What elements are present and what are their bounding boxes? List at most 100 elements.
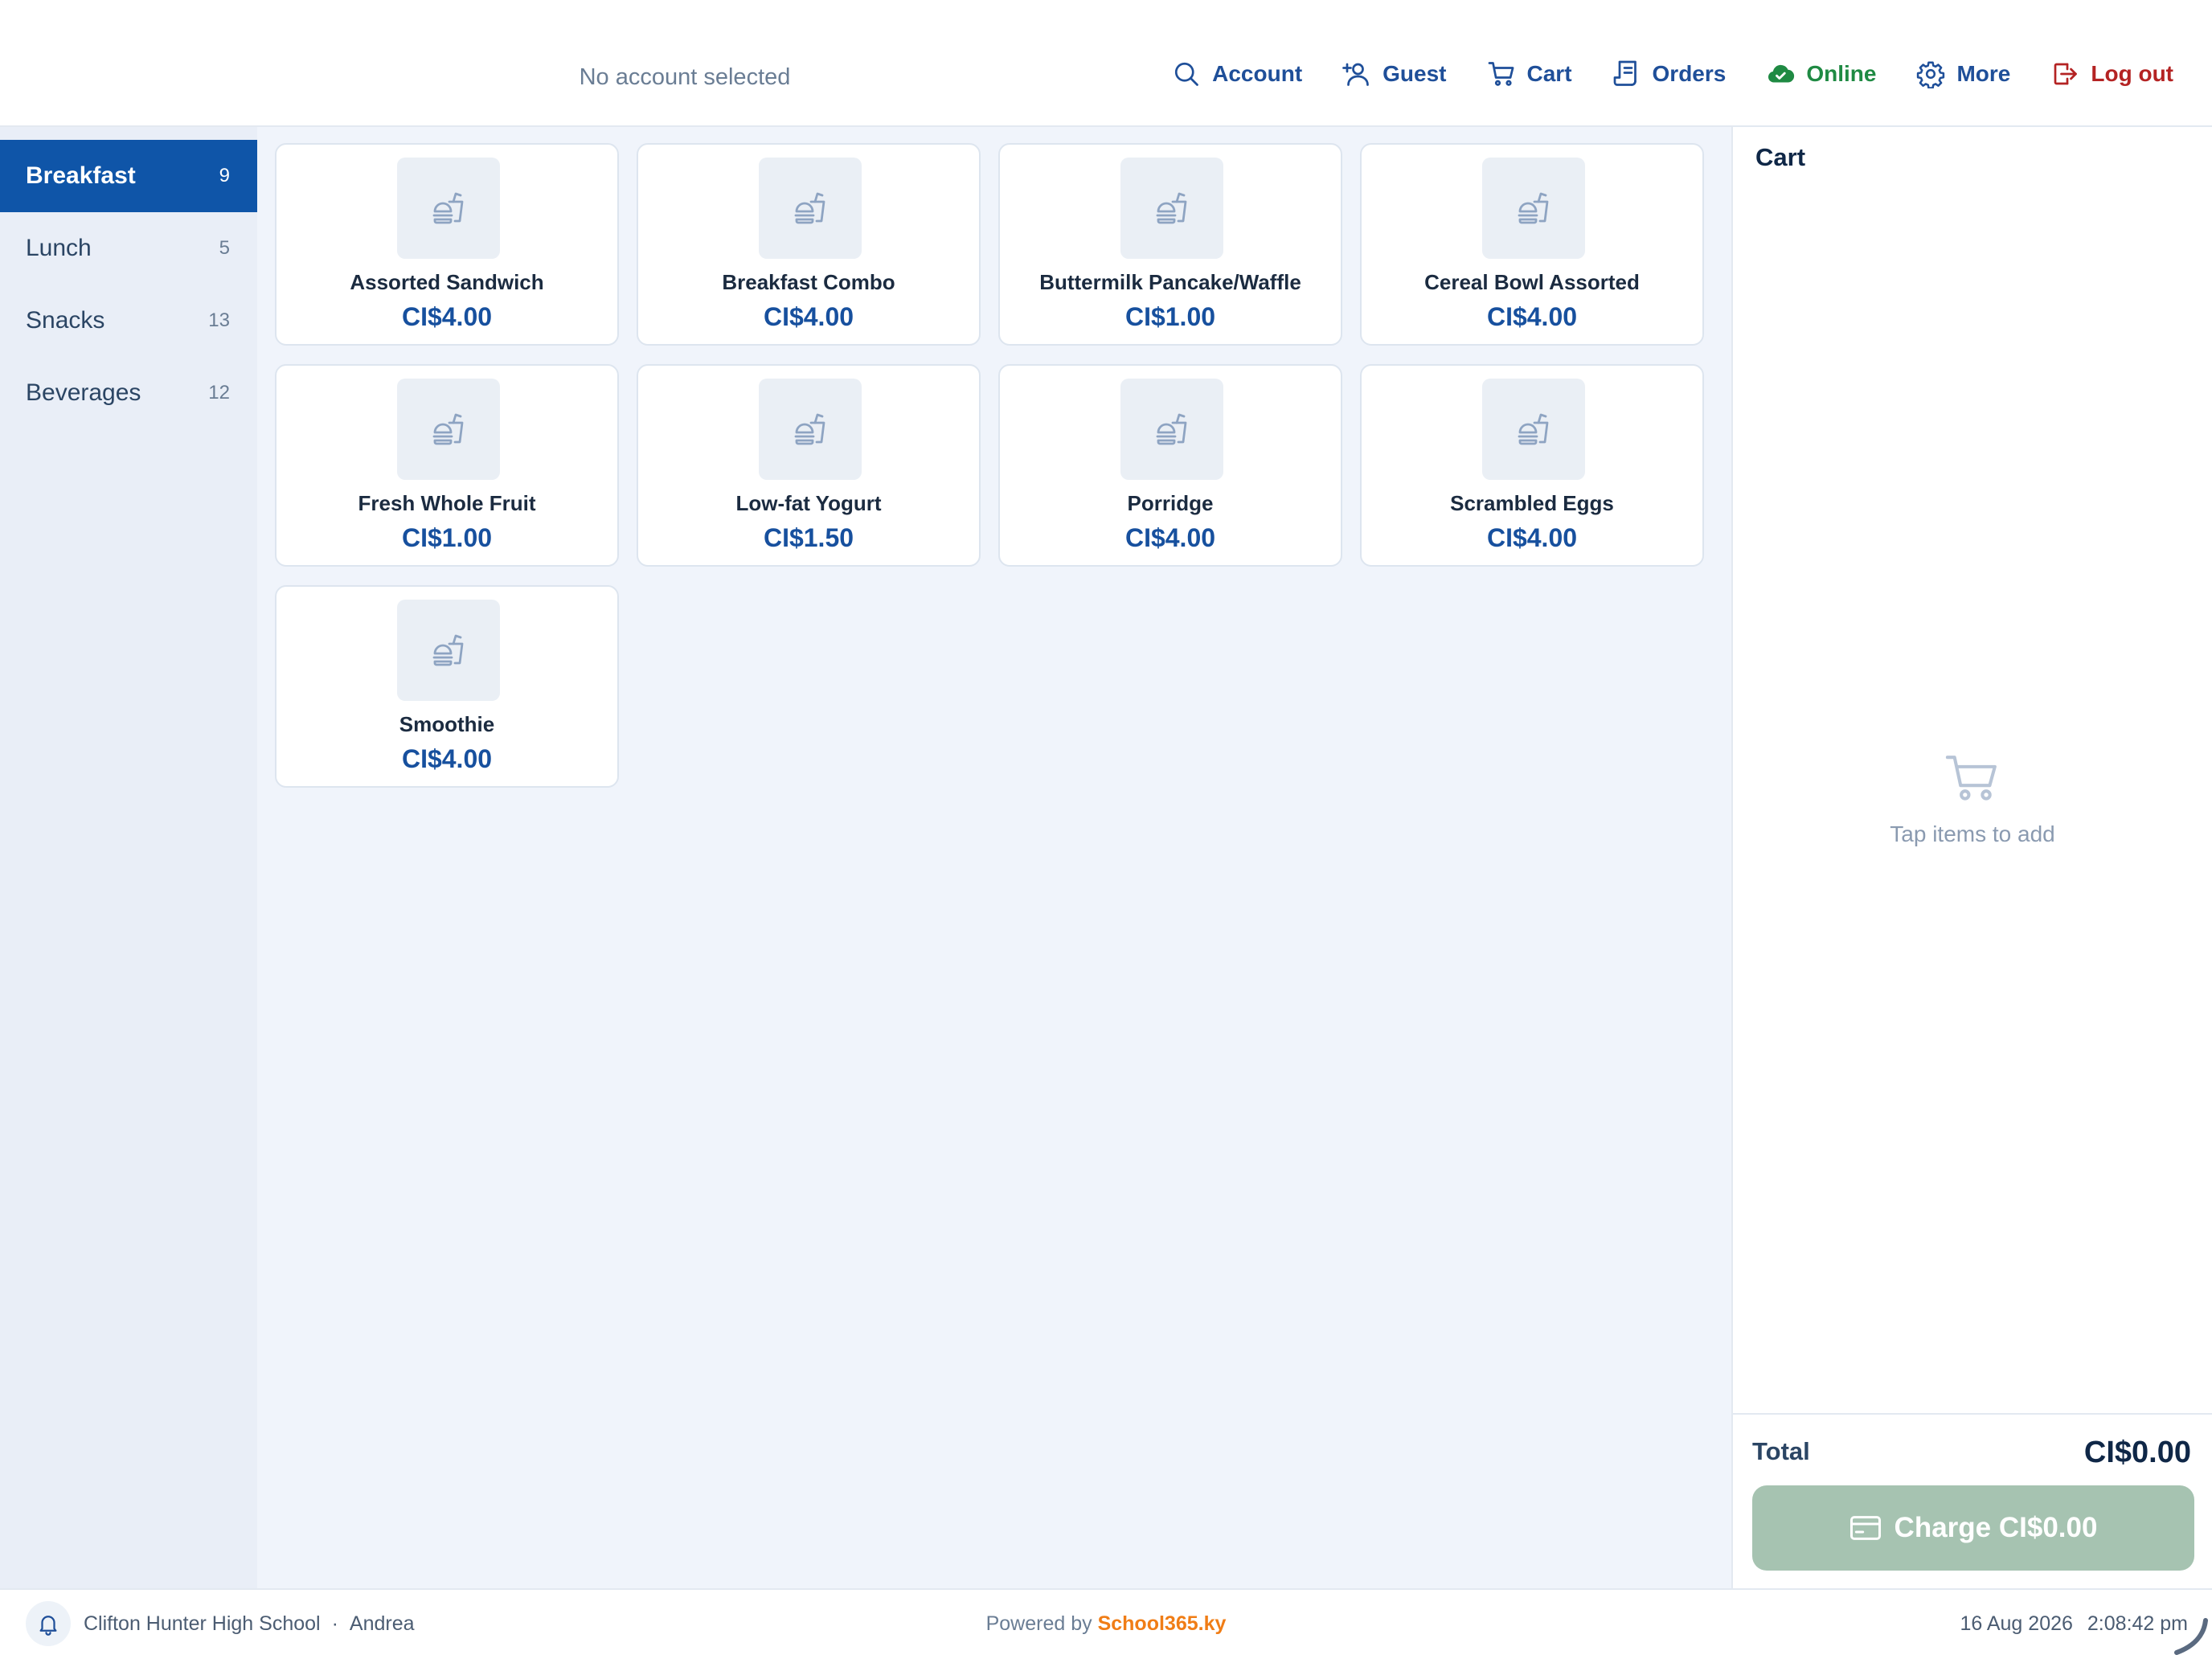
cart-icon (1488, 62, 1514, 86)
guest-button[interactable]: Guest (1342, 59, 1447, 88)
brand-link[interactable]: School365.ky (1098, 1612, 1227, 1635)
product-card[interactable]: Fresh Whole Fruit CI$1.00 (275, 364, 619, 567)
category-label: Snacks (26, 307, 105, 334)
product-card[interactable]: Scrambled Eggs CI$4.00 (1360, 364, 1704, 567)
category-beverages[interactable]: Beverages 12 (0, 357, 257, 429)
product-name: Scrambled Eggs (1450, 491, 1614, 515)
category-sidebar: Breakfast 9 Lunch 5 Snacks 13 Beverages … (0, 127, 257, 1588)
category-count: 13 (208, 309, 230, 331)
cart-panel: Cart Tap items to add Total CI$0.00 Char… (1731, 127, 2212, 1588)
account-status: No account selected (579, 64, 791, 90)
product-thumbnail (1120, 379, 1223, 480)
school-name: Clifton Hunter High School (84, 1612, 321, 1635)
product-name: Breakfast Combo (722, 270, 895, 294)
product-card[interactable]: Cereal Bowl Assorted CI$4.00 (1360, 143, 1704, 346)
category-count: 9 (219, 165, 230, 186)
product-price: CI$4.00 (1486, 302, 1578, 331)
credit-card-icon (1849, 1516, 1881, 1540)
online-label: Online (1806, 61, 1877, 86)
product-thumbnail (1482, 158, 1585, 259)
total-value: CI$0.00 (2083, 1436, 2191, 1469)
search-icon (1175, 62, 1198, 86)
logout-icon (2054, 63, 2078, 85)
product-thumbnail (1120, 158, 1223, 259)
online-status-button[interactable]: Online (1766, 59, 1876, 88)
charge-label: Charge CI$0.00 (1894, 1512, 2098, 1543)
total-label: Total (1752, 1437, 1810, 1465)
category-count: 5 (219, 237, 230, 259)
cloud-check-icon (1768, 64, 1795, 83)
add-user-icon (1342, 63, 1369, 86)
fast-food-icon (794, 192, 825, 224)
resize-handle-icon[interactable] (2173, 1617, 2209, 1656)
notifications-button[interactable] (26, 1601, 71, 1646)
account-label: Account (1212, 61, 1303, 86)
fast-food-icon (1156, 192, 1187, 224)
orders-label: Orders (1652, 61, 1727, 86)
bell-icon (39, 1616, 57, 1636)
product-price: CI$1.50 (763, 523, 854, 552)
empty-cart-icon (1945, 756, 1997, 801)
product-thumbnail (759, 158, 862, 259)
cart-title: Cart (1755, 143, 1806, 171)
product-card[interactable]: Assorted Sandwich CI$4.00 (275, 143, 619, 346)
product-price: CI$4.00 (1486, 523, 1578, 552)
more-button[interactable]: More (1916, 59, 2010, 88)
product-card[interactable]: Buttermilk Pancake/Waffle CI$1.00 (998, 143, 1342, 346)
product-thumbnail (397, 158, 500, 259)
date-text: 16 Aug 2026 (1960, 1612, 2073, 1635)
separator: · (331, 1612, 338, 1635)
product-name: Low-fat Yogurt (735, 491, 882, 515)
charge-button[interactable]: Charge CI$0.00 (1752, 1485, 2194, 1571)
category-label: Beverages (26, 379, 141, 406)
category-breakfast[interactable]: Breakfast 9 (0, 140, 257, 212)
fast-food-icon (432, 413, 464, 445)
product-price: CI$4.00 (401, 302, 493, 331)
category-label: Lunch (26, 235, 92, 261)
pos-app: No account selected Account Guest Cart O… (0, 0, 2212, 1659)
cart-empty-message: Tap items to add (1890, 821, 2055, 846)
category-lunch[interactable]: Lunch 5 (0, 212, 257, 285)
fast-food-icon (432, 192, 464, 224)
fast-food-icon (432, 634, 464, 666)
product-thumbnail (1482, 379, 1585, 480)
category-count: 12 (208, 382, 230, 403)
product-card[interactable]: Low-fat Yogurt CI$1.50 (637, 364, 981, 567)
gear-icon (1917, 61, 1945, 88)
powered-by-label: Powered by (985, 1612, 1092, 1635)
product-name: Cereal Bowl Assorted (1424, 270, 1640, 294)
account-button[interactable]: Account (1172, 59, 1302, 88)
product-name: Porridge (1127, 491, 1214, 515)
cart-button[interactable]: Cart (1487, 59, 1572, 88)
receipt-icon (1613, 60, 1636, 86)
product-thumbnail (759, 379, 862, 480)
orders-button[interactable]: Orders (1612, 59, 1727, 88)
status-footer: Clifton Hunter High School · Andrea Powere… (0, 1588, 2212, 1659)
product-name: Buttermilk Pancake/Waffle (1039, 270, 1301, 294)
cart-label: Cart (1526, 61, 1572, 86)
product-price: CI$4.00 (1124, 523, 1216, 552)
guest-label: Guest (1382, 61, 1447, 86)
product-grid: Assorted Sandwich CI$4.00 Breakfast Comb… (257, 127, 1731, 1588)
product-card[interactable]: Smoothie CI$4.00 (275, 585, 619, 788)
product-name: Fresh Whole Fruit (358, 491, 536, 515)
product-card[interactable]: Breakfast Combo CI$4.00 (637, 143, 981, 346)
datetime: 16 Aug 2026 2:08:42 pm (1960, 1612, 2188, 1636)
fast-food-icon (1518, 413, 1549, 445)
product-price: CI$4.00 (401, 744, 493, 773)
logout-label: Log out (2091, 61, 2173, 86)
category-snacks[interactable]: Snacks 13 (0, 285, 257, 357)
school-info: Clifton Hunter High School · Andrea (84, 1612, 415, 1636)
product-price: CI$4.00 (763, 302, 854, 331)
logout-button[interactable]: Log out (2050, 59, 2173, 88)
product-card[interactable]: Porridge CI$4.00 (998, 364, 1342, 567)
product-thumbnail (397, 600, 500, 701)
cart-footer: Total CI$0.00 Charge CI$0.00 (1733, 1413, 2212, 1588)
product-name: Smoothie (399, 712, 495, 736)
product-name: Assorted Sandwich (350, 270, 544, 294)
more-label: More (1956, 61, 2011, 86)
category-label: Breakfast (26, 162, 136, 189)
top-nav: Account Guest Cart Orders Online More Lo… (1132, 59, 2173, 88)
user-name: Andrea (349, 1612, 415, 1635)
product-thumbnail (397, 379, 500, 480)
